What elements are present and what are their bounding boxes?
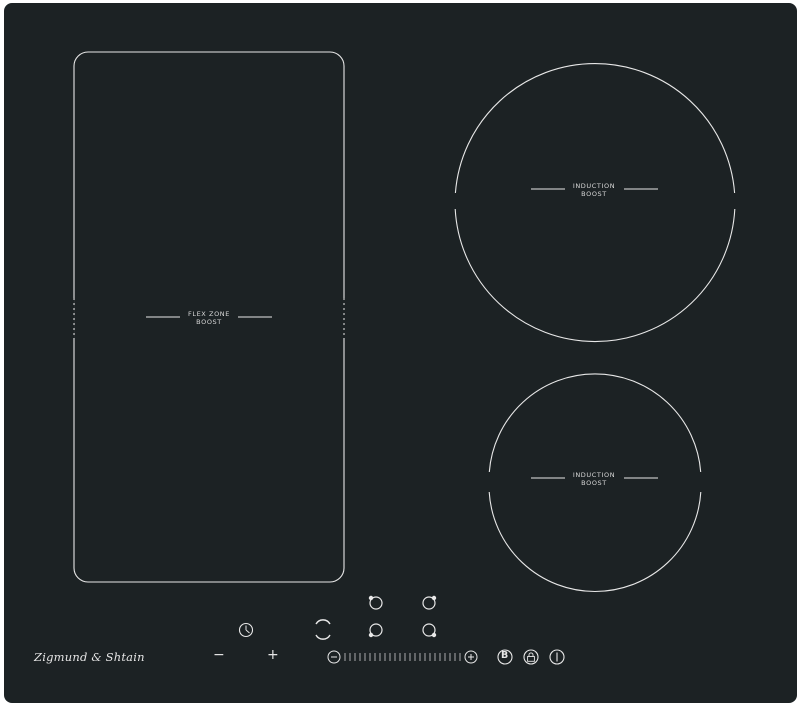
flex-zone-label-line1: FLEX ZONE — [188, 310, 230, 318]
flex-zone-label: FLEX ZONE BOOST — [149, 310, 269, 326]
cooktop-surface — [4, 3, 797, 703]
boost-button-label: B — [501, 650, 509, 661]
timer-plus-button[interactable]: + — [267, 647, 279, 663]
flex-zone-label-line2: BOOST — [196, 318, 222, 326]
induction-top-label: INDUCTION BOOST — [534, 182, 654, 198]
induction-top-label-line1: INDUCTION — [572, 182, 616, 190]
induction-bottom-label: INDUCTION BOOST — [534, 471, 654, 487]
glass-panel — [4, 3, 797, 703]
induction-top-label-line2: BOOST — [581, 190, 607, 198]
timer-minus-button[interactable]: − — [213, 647, 225, 663]
induction-bottom-label-line1: INDUCTION — [572, 471, 616, 479]
brand-logo: Zigmund & Shtain — [34, 650, 145, 664]
induction-bottom-label-line2: BOOST — [581, 479, 607, 487]
